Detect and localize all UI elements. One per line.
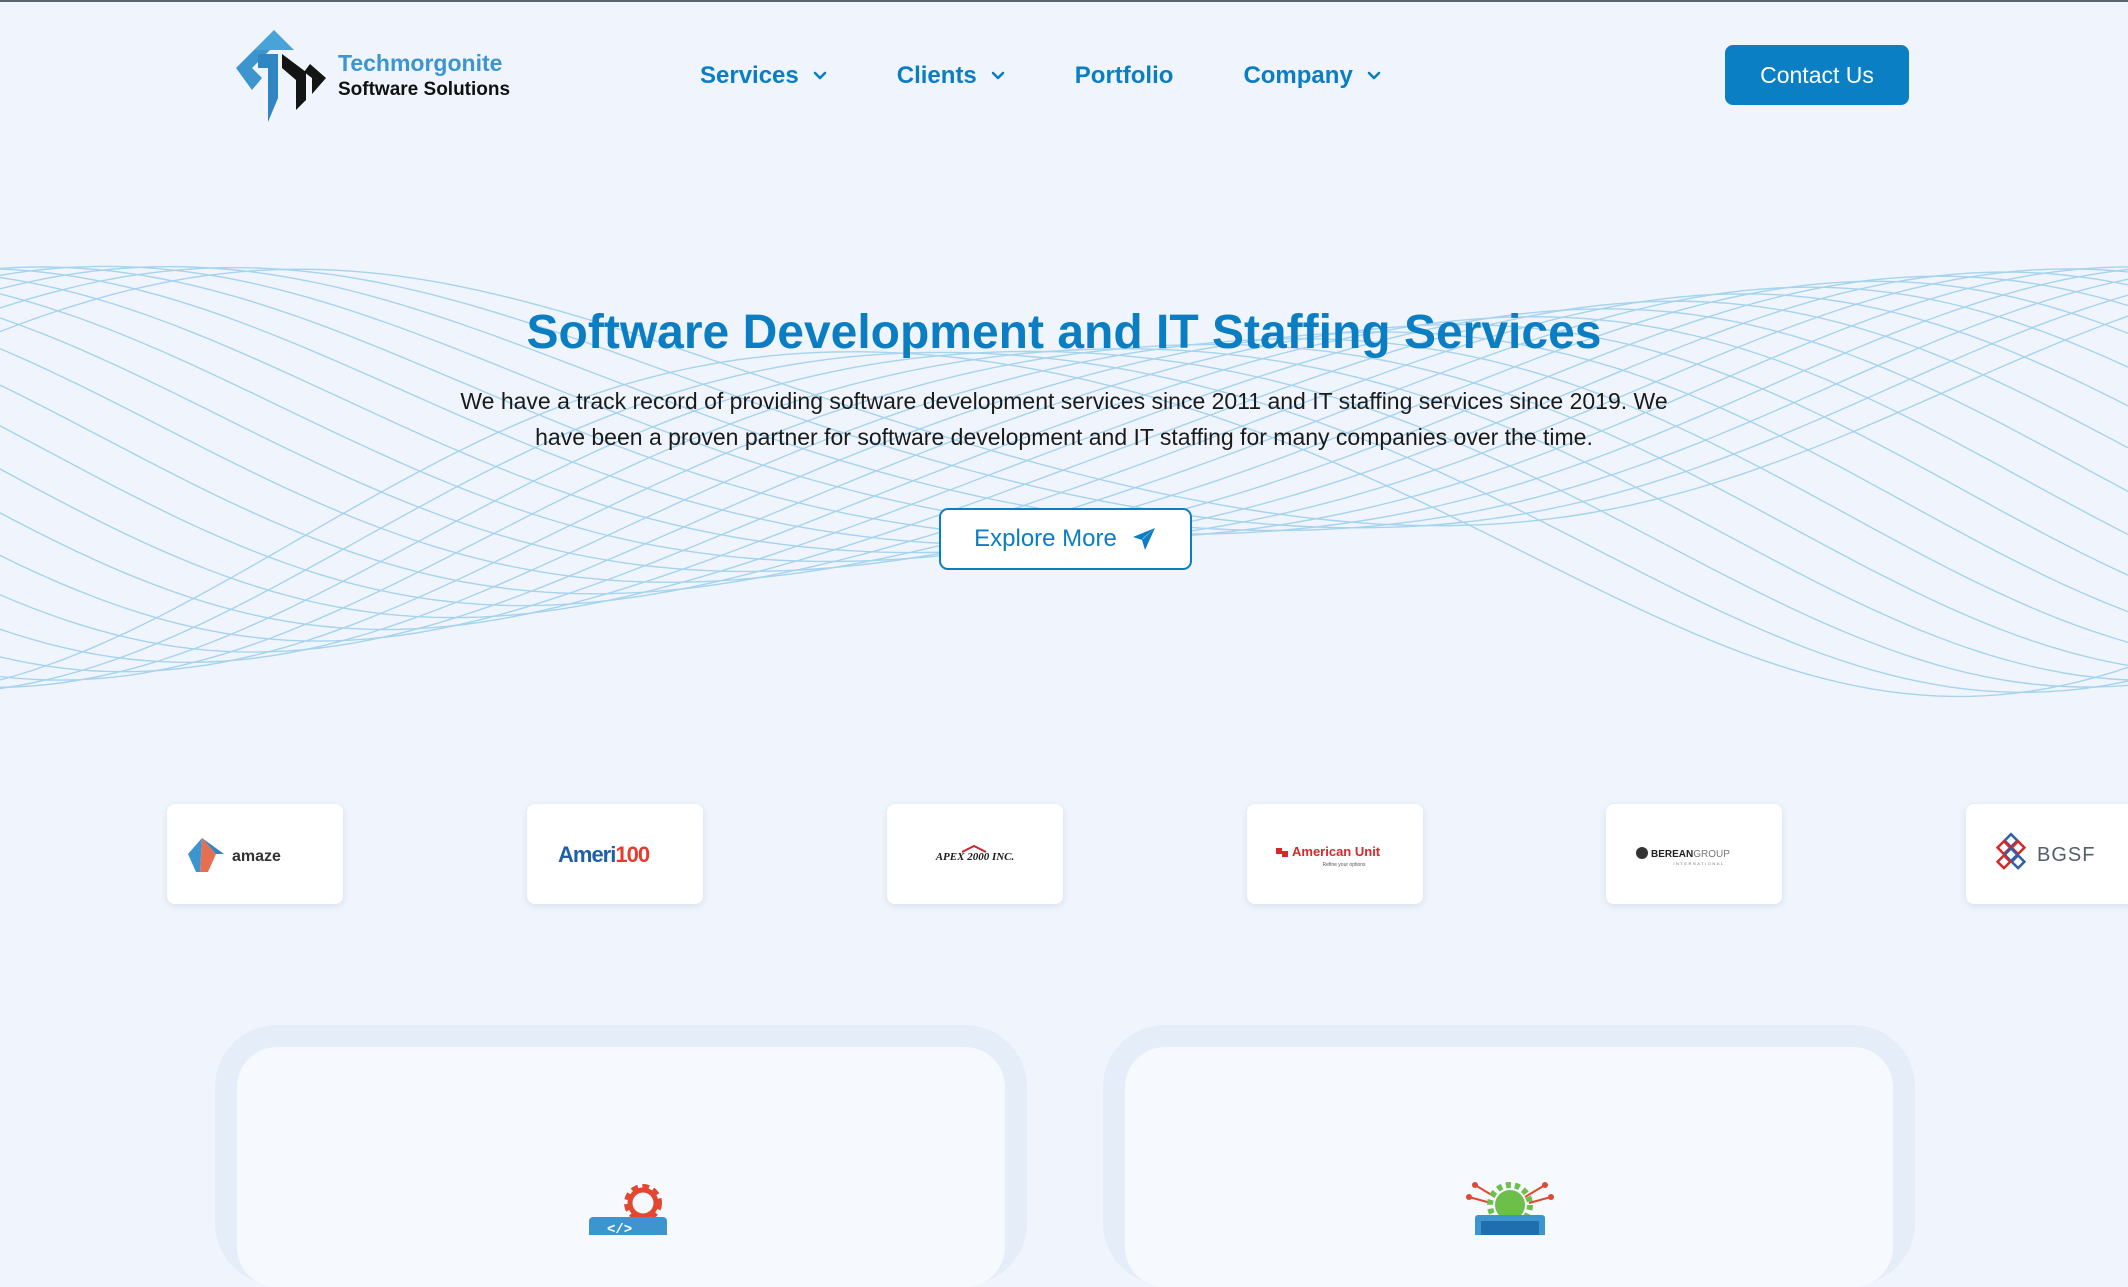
main-nav: Services Clients Portfolio Company xyxy=(700,52,1381,100)
hero-description: We have a track record of providing soft… xyxy=(460,388,1668,450)
nav-services-label: Services xyxy=(700,62,799,89)
chevron-down-icon xyxy=(991,71,1005,80)
client-name-part2: GROUP xyxy=(1693,849,1730,860)
berean-group-logo-icon: BEREANGROUP INTERNATIONAL xyxy=(1636,847,1730,866)
ameri100-logo-icon: Ameri100 xyxy=(558,842,651,867)
hero-title: Software Development and IT Staffing Ser… xyxy=(526,306,1602,359)
explore-more-label: Explore More xyxy=(974,525,1117,552)
nav-clients-label: Clients xyxy=(896,62,977,89)
nav-services[interactable]: Services xyxy=(700,62,827,90)
feature-cards: </> xyxy=(0,1025,2128,1287)
brand-logo[interactable]: Techmorgonite Software Solutions xyxy=(234,28,524,124)
paper-plane-icon xyxy=(1132,528,1155,550)
svg-text:Ameri100: Ameri100 xyxy=(558,842,650,867)
client-name-part2: 100 xyxy=(615,842,649,867)
chevron-down-icon xyxy=(813,71,827,80)
client-name-part1: Ameri xyxy=(558,842,615,867)
brand-subtitle: Software Solutions xyxy=(338,79,511,100)
client-logo-american-unit: American Unit Refine your options xyxy=(1247,804,1423,904)
hero-section: Software Development and IT Staffing Ser… xyxy=(0,295,2128,455)
apex-logo-icon: APEX 2000 INC. xyxy=(935,844,1015,863)
chevron-down-icon xyxy=(1367,71,1381,80)
client-logo-apex: APEX 2000 INC. xyxy=(887,804,1063,904)
feature-card-software-development[interactable]: </> xyxy=(215,1025,1027,1287)
explore-more-button[interactable]: Explore More xyxy=(939,508,1192,570)
client-name: amaze xyxy=(232,848,281,865)
client-name: BGSF xyxy=(2037,844,2095,866)
contact-us-button[interactable]: Contact Us xyxy=(1725,45,1909,105)
client-name-part1: BEREAN xyxy=(1651,849,1693,860)
site-header: Techmorgonite Software Solutions Service… xyxy=(0,0,2128,150)
nav-company[interactable]: Company xyxy=(1243,62,1381,90)
client-logo-ameri100: Ameri100 xyxy=(527,804,703,904)
client-logo-berean-group: BEREANGROUP INTERNATIONAL xyxy=(1606,804,1782,904)
client-logo-bgsf: BGSF xyxy=(1966,804,2128,904)
code-gear-icon: </> xyxy=(589,1184,667,1235)
american-unit-logo-icon: American Unit Refine your options xyxy=(1276,844,1381,868)
client-logo-strip: amaze Ameri100 APEX 2000 INC. American U… xyxy=(0,804,2128,906)
brand-name: Techmorgonite xyxy=(338,50,503,76)
svg-text:</>: </> xyxy=(607,1222,632,1235)
nav-portfolio-label: Portfolio xyxy=(1074,62,1174,89)
nav-company-label: Company xyxy=(1243,62,1353,89)
hero-wave-background xyxy=(0,265,2128,698)
client-name: APEX 2000 INC. xyxy=(935,851,1015,863)
feature-card-it-staffing[interactable] xyxy=(1103,1025,1915,1287)
client-tagline: Refine your options xyxy=(1322,862,1366,868)
bgsf-logo-icon: BGSF xyxy=(1995,832,2095,870)
svg-text:BEREANGROUP: BEREANGROUP xyxy=(1651,849,1730,860)
client-logo-amaze: amaze xyxy=(167,804,343,904)
techmorgonite-logo-icon xyxy=(236,30,326,122)
monitor-network-gear-icon xyxy=(1466,1182,1554,1235)
nav-clients[interactable]: Clients xyxy=(897,62,1005,90)
client-name: American Unit xyxy=(1292,844,1381,859)
amaze-logo-icon: amaze xyxy=(188,838,281,872)
nav-portfolio[interactable]: Portfolio xyxy=(1075,62,1174,90)
client-tagline: INTERNATIONAL xyxy=(1673,861,1724,866)
